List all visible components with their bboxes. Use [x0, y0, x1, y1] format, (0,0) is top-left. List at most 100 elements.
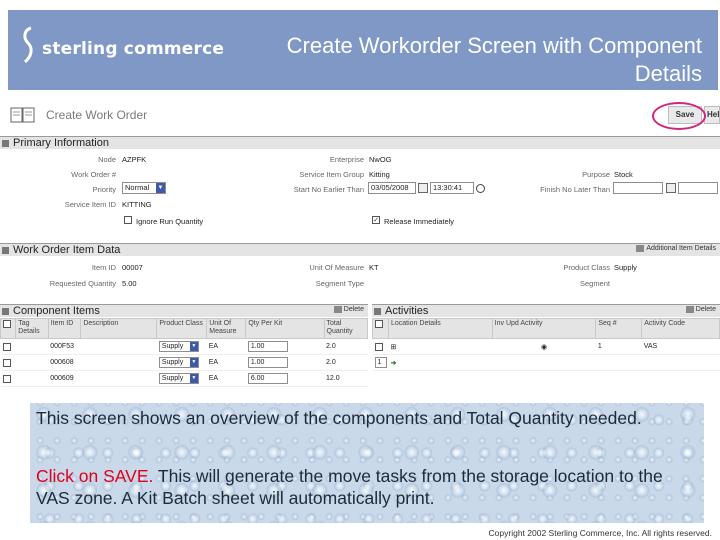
calendar-icon[interactable]	[666, 183, 676, 193]
enterprise-label: Enterprise	[329, 155, 364, 164]
uom-cell: EA	[206, 338, 246, 355]
copyright: Copyright 2002 Sterling Commerce, Inc. A…	[488, 528, 712, 538]
qty-per-kit-input[interactable]: 6.00	[247, 373, 288, 384]
activities-delete-button[interactable]: Delete	[685, 306, 716, 313]
activities-title: Activities	[385, 305, 429, 317]
qty-per-kit-input[interactable]: 1.00	[247, 341, 288, 352]
col-header: Product Class	[156, 318, 208, 339]
chevron-down-icon: ▼	[156, 183, 165, 193]
item-id-cell: 000F53	[48, 338, 81, 355]
page-header: Create Work Order	[10, 104, 710, 126]
calendar-icon[interactable]	[418, 183, 428, 193]
product-class-value: Supply	[161, 375, 184, 382]
service-item-value: KITTING	[122, 200, 152, 209]
document-icon	[10, 107, 35, 123]
item-id-label: Item ID	[91, 263, 116, 272]
activities-table: Location Details Inv Upd Activity Seq # …	[372, 318, 720, 371]
col-header: Seq #	[595, 318, 643, 339]
select-all-checkbox[interactable]	[3, 320, 11, 328]
start-label: Start No Earlier Than	[293, 185, 364, 194]
save-highlight-circle	[652, 102, 706, 130]
product-class-select[interactable]: Supply ▼	[158, 373, 199, 384]
priority-value: Normal	[125, 183, 150, 192]
priority-select[interactable]: Normal ▼	[122, 182, 166, 194]
primary-info-title: Primary Information	[13, 137, 109, 149]
components-header: Component Items Delete	[0, 304, 368, 317]
row-checkbox[interactable]	[2, 342, 11, 351]
qty-per-kit-input[interactable]: 1.00	[247, 357, 288, 368]
expand-icon[interactable]: ⊞	[391, 344, 397, 351]
clock-icon[interactable]	[476, 184, 485, 193]
service-item-label: Service Item ID	[64, 200, 116, 209]
product-class-select[interactable]: Supply ▼	[158, 357, 199, 368]
ignore-run-label: Ignore Run Quantity	[136, 217, 204, 226]
col-header: Inv Upd Activity	[491, 318, 597, 339]
col-header: Qty Per Kit	[245, 318, 325, 339]
header-banner: sterling commerce Create Workorder Scree…	[8, 10, 718, 90]
table-row: 000F53 Supply ▼ EA 1.00 2.0	[0, 338, 368, 355]
logo: sterling commerce	[20, 26, 224, 66]
finish-date-input[interactable]	[613, 182, 663, 194]
product-class-select[interactable]: Supply ▼	[158, 341, 199, 352]
sterling-logo-icon	[23, 26, 33, 64]
additional-item-details-link[interactable]: Additional Item Details	[636, 245, 716, 252]
collapse-icon[interactable]	[2, 139, 9, 147]
delete-icon	[333, 306, 342, 313]
table-row: 000608 Supply ▼ EA 1.00 2.0	[0, 354, 368, 371]
add-row-icon[interactable]: ➜	[391, 360, 397, 367]
components-header-row: Tag Details Item ID Description Product …	[0, 318, 368, 339]
table-row: ⊞ ◉ 1 VAS	[372, 338, 720, 355]
col-header: Unit Of Measure	[206, 318, 247, 339]
priority-label: Priority	[92, 185, 116, 194]
start-time-input[interactable]: 13:30:41	[430, 182, 474, 194]
app-screenshot: Create Work Order Save Help Primary Info…	[0, 100, 720, 400]
table-row: 000609 Supply ▼ EA 6.00 12.0	[0, 370, 368, 387]
additional-item-details-label: Additional Item Details	[646, 245, 716, 252]
node-value: AZPFK	[122, 155, 147, 164]
item-id-cell: 000608	[48, 354, 81, 371]
release-label: Release Immediately	[384, 217, 455, 226]
service-group-label: Service Item Group	[299, 170, 364, 179]
finish-time-input[interactable]	[678, 182, 718, 194]
col-header: Activity Code	[641, 318, 720, 339]
row-checkbox[interactable]	[2, 358, 11, 367]
total-qty-cell: 12.0	[324, 370, 368, 387]
uom-cell: EA	[206, 370, 246, 387]
total-qty-cell: 2.0	[324, 338, 368, 355]
delete-label: Delete	[343, 306, 364, 313]
finish-label: Finish No Later Than	[540, 185, 610, 194]
work-order-label: Work Order #	[71, 170, 116, 179]
chevron-down-icon: ▼	[189, 358, 198, 367]
item-data-title: Work Order Item Data	[13, 244, 121, 256]
collapse-icon[interactable]	[374, 307, 381, 315]
total-qty-cell: 2.0	[324, 354, 368, 371]
release-checkbox[interactable]: ✓	[372, 216, 380, 224]
segment-type-label: Segment Type	[315, 279, 364, 288]
product-class-label: Product Class	[563, 263, 610, 272]
components-delete-button[interactable]: Delete	[333, 306, 364, 313]
help-button[interactable]: Help	[704, 106, 720, 124]
activities-header: Activities Delete	[372, 304, 720, 317]
row-checkbox[interactable]	[374, 342, 383, 351]
item-id-value: 00007	[122, 263, 143, 272]
requested-qty-label: Requested Quantity	[49, 279, 116, 288]
service-group-value: Kitting	[369, 170, 390, 179]
product-class-value: Supply	[614, 263, 637, 272]
primary-info-header: Primary Information	[0, 136, 720, 149]
select-all-cell	[372, 318, 389, 339]
new-seq-input[interactable]: 1	[374, 357, 387, 368]
product-class-value: Supply	[161, 343, 184, 350]
collapse-icon[interactable]	[2, 246, 9, 254]
select-all-checkbox[interactable]	[375, 320, 383, 328]
instruction-textbox: This screen shows an overview of the com…	[30, 403, 704, 523]
col-header: Location Details	[388, 318, 493, 339]
chevron-down-icon: ▼	[189, 374, 198, 383]
row-checkbox[interactable]	[2, 374, 11, 383]
ignore-run-checkbox[interactable]	[124, 216, 132, 224]
uom-cell: EA	[206, 354, 246, 371]
components-table: Tag Details Item ID Description Product …	[0, 318, 368, 387]
radio-selected-icon[interactable]: ◉	[541, 344, 547, 351]
collapse-icon[interactable]	[2, 307, 9, 315]
uom-label: Unit Of Measure	[309, 263, 364, 272]
start-date-input[interactable]: 03/05/2008	[368, 182, 416, 194]
